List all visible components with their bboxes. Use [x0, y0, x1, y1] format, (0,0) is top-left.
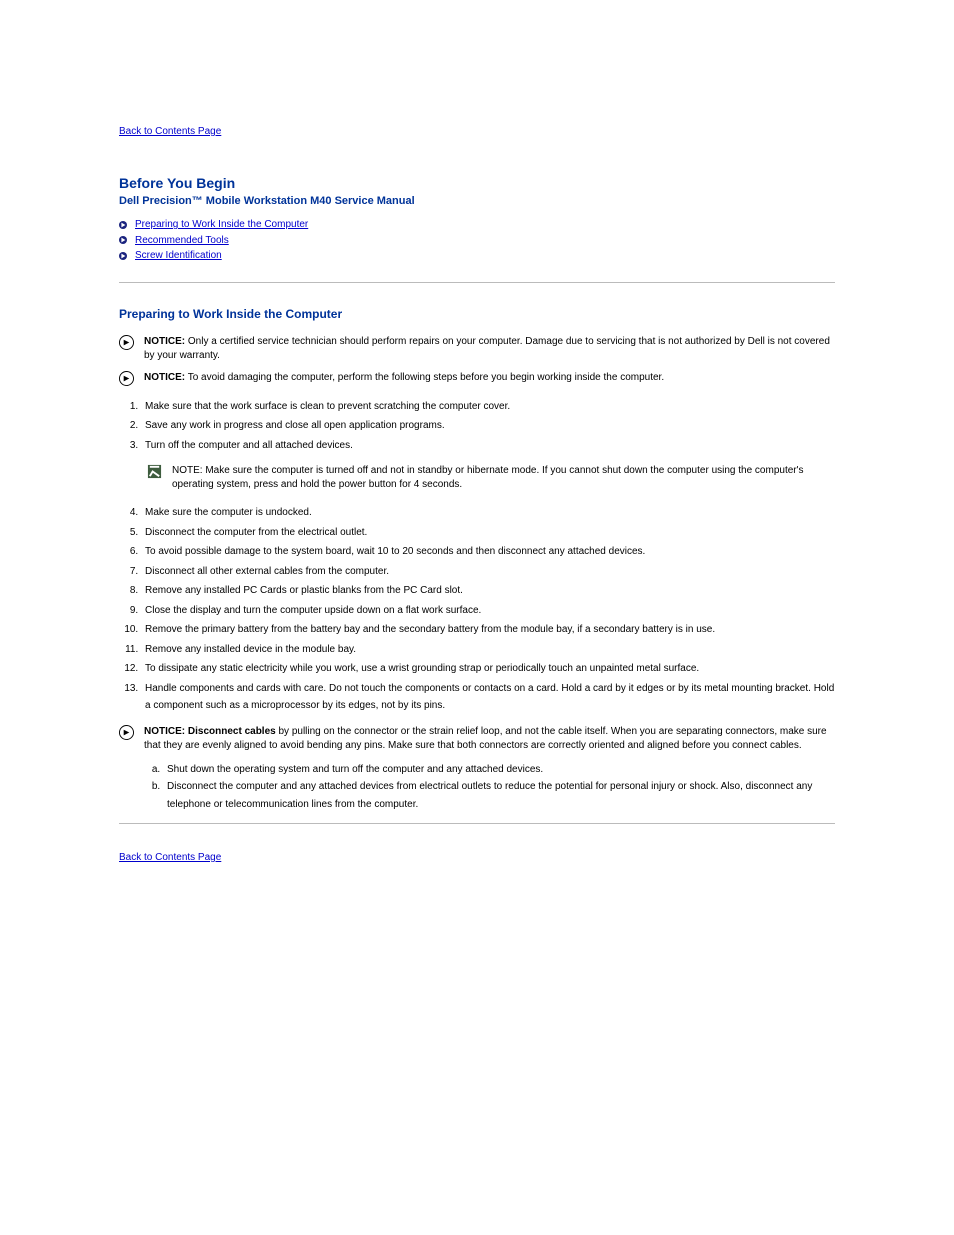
- notice-text: NOTICE: To avoid damaging the computer, …: [144, 371, 664, 385]
- step-item: Disconnect the computer from the electri…: [141, 524, 835, 542]
- notice-icon: [119, 725, 134, 740]
- notice-text: NOTICE: Disconnect cables by pulling on …: [144, 725, 835, 753]
- manual-title: Dell Precision™ Mobile Workstation M40 S…: [119, 195, 835, 207]
- document-page: Back to Contents Page Before You Begin D…: [0, 0, 954, 863]
- step-item: Remove any installed device in the modul…: [141, 641, 835, 659]
- note-block: NOTE: Make sure the computer is turned o…: [147, 464, 835, 492]
- toc-item: Recommended Tools: [119, 233, 835, 249]
- note-icon: [147, 464, 162, 479]
- step-list: Make sure the computer is undocked. Disc…: [141, 504, 835, 715]
- toc-link-preparing[interactable]: Preparing to Work Inside the Computer: [135, 217, 308, 233]
- substep-list: Shut down the operating system and turn …: [163, 761, 835, 814]
- notice-block: NOTICE: Disconnect cables by pulling on …: [119, 725, 835, 753]
- step-item: To dissipate any static electricity whil…: [141, 660, 835, 678]
- step-item: Handle components and cards with care. D…: [141, 680, 835, 715]
- note-text: NOTE: Make sure the computer is turned o…: [172, 464, 835, 492]
- step-item: Turn off the computer and all attached d…: [141, 437, 835, 455]
- footer-back-link-wrap: Back to Contents Page: [119, 852, 835, 863]
- toc-link-screw[interactable]: Screw Identification: [135, 248, 222, 264]
- step-item: Disconnect all other external cables fro…: [141, 563, 835, 581]
- bullet-icon: [119, 252, 127, 260]
- divider: [119, 823, 835, 824]
- step-item: Make sure that the work surface is clean…: [141, 398, 835, 416]
- divider: [119, 282, 835, 283]
- bullet-icon: [119, 236, 127, 244]
- notice-block: NOTICE: Only a certified service technic…: [119, 335, 835, 363]
- notice-text: NOTICE: Only a certified service technic…: [144, 335, 835, 363]
- step-item: Remove any installed PC Cards or plastic…: [141, 582, 835, 600]
- substep-item: Disconnect the computer and any attached…: [163, 778, 835, 813]
- section-heading-preparing: Preparing to Work Inside the Computer: [119, 307, 835, 321]
- toc-item: Screw Identification: [119, 248, 835, 264]
- step-item: Make sure the computer is undocked.: [141, 504, 835, 522]
- step-item: Close the display and turn the computer …: [141, 602, 835, 620]
- page-heading: Before You Begin: [119, 175, 835, 191]
- step-list: Make sure that the work surface is clean…: [141, 398, 835, 455]
- section-toc: Preparing to Work Inside the Computer Re…: [119, 217, 835, 264]
- notice-icon: [119, 371, 134, 386]
- notice-icon: [119, 335, 134, 350]
- back-to-contents-link[interactable]: Back to Contents Page: [119, 126, 221, 137]
- toc-link-tools[interactable]: Recommended Tools: [135, 233, 229, 249]
- notice-block: NOTICE: To avoid damaging the computer, …: [119, 371, 835, 386]
- toc-item: Preparing to Work Inside the Computer: [119, 217, 835, 233]
- substep-item: Shut down the operating system and turn …: [163, 761, 835, 779]
- back-to-contents-link-bottom[interactable]: Back to Contents Page: [119, 852, 221, 863]
- step-item: Remove the primary battery from the batt…: [141, 621, 835, 639]
- step-item: Save any work in progress and close all …: [141, 417, 835, 435]
- step-item: To avoid possible damage to the system b…: [141, 543, 835, 561]
- bullet-icon: [119, 221, 127, 229]
